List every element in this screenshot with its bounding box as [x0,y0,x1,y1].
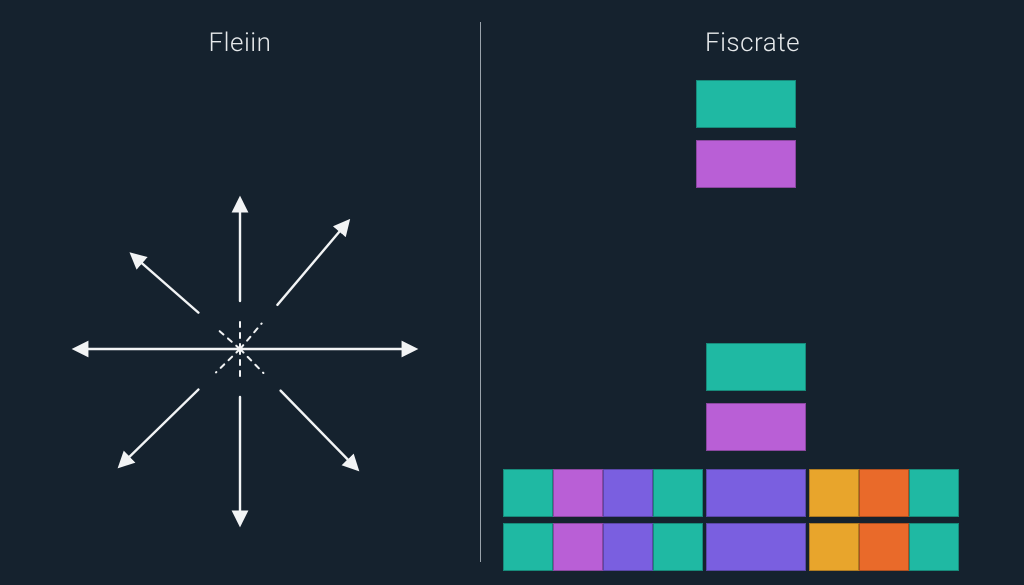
panel-fiscrate: Fiscrate [481,0,1024,585]
block-magenta [706,403,806,451]
block-purple [706,523,806,571]
block-teal [909,469,959,517]
block-teal [653,469,703,517]
block-amber [809,469,859,517]
block-teal [706,343,806,391]
title-left: Fleiin [0,0,480,58]
block-magenta [696,140,796,188]
star-arrows-diagram [50,139,430,539]
block-teal [696,80,796,128]
block-orange [859,523,909,571]
block-teal [909,523,959,571]
block-magenta [553,469,603,517]
block-amber [809,523,859,571]
blocks-diagram [481,70,1004,575]
block-teal [503,523,553,571]
block-teal [503,469,553,517]
block-teal [653,523,703,571]
panel-fleiin: Fleiin [0,0,480,585]
block-orange [859,469,909,517]
title-right: Fiscrate [481,0,1024,58]
block-purple [706,469,806,517]
block-purple [603,523,653,571]
block-magenta [553,523,603,571]
block-purple [603,469,653,517]
